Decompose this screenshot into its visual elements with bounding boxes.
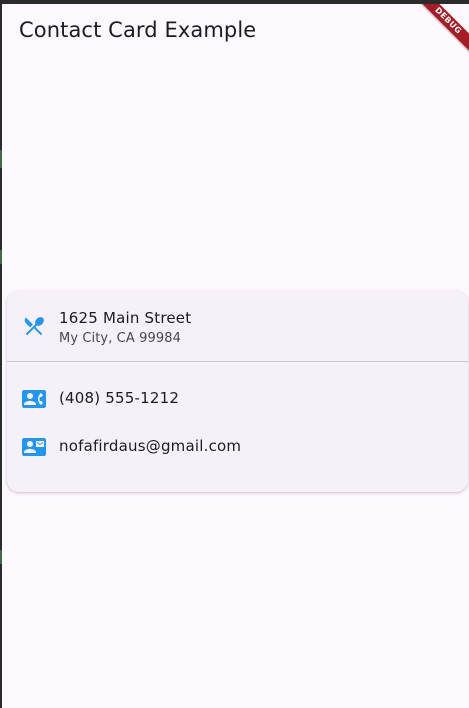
restaurant-menu-icon — [22, 314, 46, 338]
phone-number: (408) 555-1212 — [59, 389, 180, 407]
contact-mail-icon — [22, 435, 46, 459]
email-tile[interactable]: nofafirdaus@gmail.com — [7, 410, 468, 458]
app-bar-title: Contact Card Example — [19, 18, 257, 42]
city-line: My City, CA 99984 — [59, 331, 181, 346]
app-screen: Contact Card Example DEBUG 1625 Main Str… — [2, 4, 469, 708]
phone-tile[interactable]: (408) 555-1212 — [7, 362, 468, 410]
debug-banner: DEBUG — [414, 4, 469, 55]
street-address: 1625 Main Street — [59, 309, 192, 327]
email-address: nofafirdaus@gmail.com — [59, 437, 242, 455]
address-tile[interactable]: 1625 Main Street My City, CA 99984 — [7, 291, 468, 361]
address-text: 1625 Main Street My City, CA 99984 — [59, 309, 191, 346]
contact-card: 1625 Main Street My City, CA 99984 (408)… — [7, 291, 468, 492]
contact-phone-icon — [22, 387, 46, 411]
